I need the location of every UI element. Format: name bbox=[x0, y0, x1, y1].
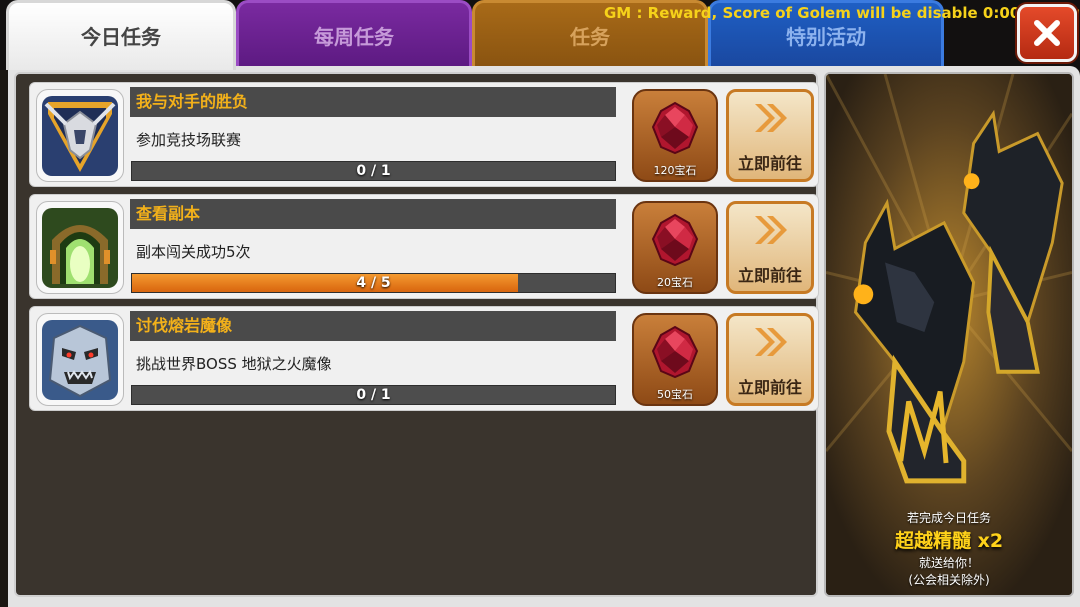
reward-label: 120宝石 bbox=[653, 164, 697, 177]
top-bar: 今日任务 每周任务 任务 特别活动 GM : Reward, Score of … bbox=[0, 0, 1080, 70]
quest-title: 查看副本 bbox=[130, 199, 616, 229]
quest-icon-frame bbox=[36, 201, 124, 294]
quest-icon-frame bbox=[36, 89, 124, 182]
quest-progress-bar: 4 / 5 bbox=[131, 273, 616, 293]
progress-text: 0 / 1 bbox=[356, 387, 391, 403]
arena-shield-icon bbox=[42, 95, 118, 176]
tab-label: 任务 bbox=[570, 25, 610, 49]
close-icon bbox=[1034, 20, 1060, 46]
promo-exclusion-text: (公会相关除外) bbox=[908, 573, 990, 587]
quest-description: 挑战世界BOSS 地狱之火魔像 bbox=[136, 355, 332, 373]
go-now-button[interactable]: 立即前往 bbox=[726, 89, 814, 182]
red-gem-icon bbox=[651, 101, 699, 155]
go-now-button[interactable]: 立即前往 bbox=[726, 313, 814, 406]
tab-daily-quests[interactable]: 今日任务 bbox=[6, 0, 236, 70]
promo-give-text: 就送给你！ bbox=[918, 556, 979, 570]
tab-label: 每周任务 bbox=[314, 25, 394, 49]
promo-condition-text: 若完成今日任务 bbox=[906, 511, 991, 525]
go-now-button[interactable]: 立即前往 bbox=[726, 201, 814, 294]
lava-golem-icon bbox=[42, 319, 118, 400]
dungeon-gate-icon bbox=[42, 207, 118, 288]
progress-text: 4 / 5 bbox=[356, 275, 391, 291]
reward-box: 50宝石 bbox=[632, 313, 718, 406]
tab-label: 今日任务 bbox=[81, 25, 161, 49]
reward-label: 50宝石 bbox=[657, 388, 693, 401]
go-now-label: 立即前往 bbox=[737, 266, 802, 285]
reward-box: 20宝石 bbox=[632, 201, 718, 294]
reward-box: 120宝石 bbox=[632, 89, 718, 182]
promo-reward-text: 超越精髓 x2 bbox=[894, 530, 1004, 552]
quest-description: 副本闯关成功5次 bbox=[136, 243, 251, 261]
quest-description: 参加竞技场联赛 bbox=[136, 131, 242, 149]
quest-panel: 我与对手的胜负 参加竞技场联赛 0 / 1 120宝石 立即前往 查看副本 副本… bbox=[8, 66, 1080, 607]
tab-label: 特别活动 bbox=[786, 25, 866, 49]
go-now-label: 立即前往 bbox=[737, 378, 802, 397]
quest-row: 讨伐熔岩魔像 挑战世界BOSS 地狱之火魔像 0 / 1 50宝石 立即前往 bbox=[29, 306, 819, 411]
double-chevron-icon bbox=[755, 216, 787, 244]
quest-progress-bar: 0 / 1 bbox=[131, 161, 616, 181]
quest-title: 我与对手的胜负 bbox=[130, 87, 616, 117]
quest-row: 我与对手的胜负 参加竞技场联赛 0 / 1 120宝石 立即前往 bbox=[29, 82, 819, 187]
quest-list[interactable]: 我与对手的胜负 参加竞技场联赛 0 / 1 120宝石 立即前往 查看副本 副本… bbox=[14, 72, 819, 597]
tab-weekly-quests[interactable]: 每周任务 bbox=[236, 0, 472, 66]
double-chevron-icon bbox=[755, 328, 787, 356]
go-now-label: 立即前往 bbox=[737, 154, 802, 173]
quest-progress-bar: 0 / 1 bbox=[131, 385, 616, 405]
red-gem-icon bbox=[651, 325, 699, 379]
red-gem-icon bbox=[651, 213, 699, 267]
quest-row: 查看副本 副本闯关成功5次 4 / 5 20宝石 立即前往 bbox=[29, 194, 819, 299]
double-chevron-icon bbox=[755, 104, 787, 132]
daily-reward-promo: 若完成今日任务 超越精髓 x2 就送给你！ (公会相关除外) bbox=[824, 72, 1074, 597]
quest-icon-frame bbox=[36, 313, 124, 406]
quest-title: 讨伐熔岩魔像 bbox=[130, 311, 616, 341]
announcement-ticker: GM : Reward, Score of Golem will be disa… bbox=[604, 4, 1080, 22]
progress-text: 0 / 1 bbox=[356, 163, 391, 179]
reward-label: 20宝石 bbox=[657, 276, 693, 289]
close-button[interactable] bbox=[1017, 4, 1077, 62]
